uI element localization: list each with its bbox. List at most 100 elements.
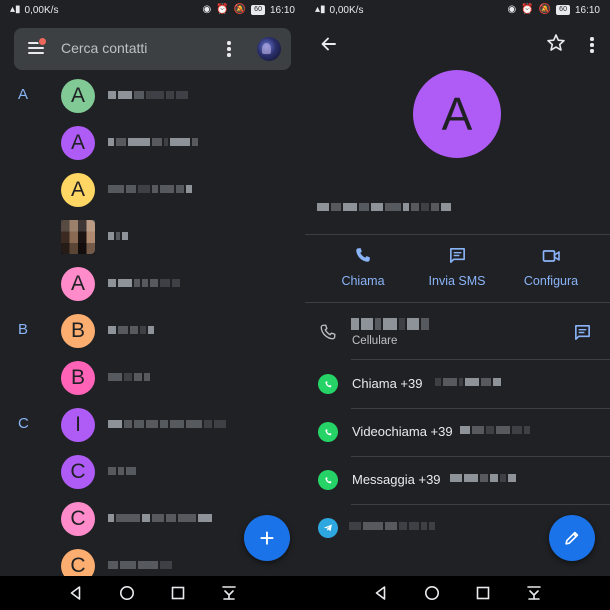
contact-name-redacted bbox=[108, 183, 192, 194]
more-options-icon[interactable] bbox=[227, 41, 231, 57]
nav-recents-icon[interactable] bbox=[475, 585, 491, 601]
phone-type-label: Cellulare bbox=[352, 335, 398, 347]
setup-video-action-label: Configura bbox=[523, 274, 579, 288]
alarm-icon: ⏰ bbox=[216, 4, 229, 15]
phone-number-redacted bbox=[351, 318, 429, 330]
sms-action-button[interactable]: Invia SMS bbox=[412, 246, 502, 288]
alarm-icon: ⏰ bbox=[521, 4, 534, 15]
contact-avatar: C bbox=[61, 502, 95, 536]
videocam-icon bbox=[542, 250, 560, 262]
add-contact-button[interactable]: + bbox=[244, 515, 290, 561]
phone-icon bbox=[320, 324, 336, 340]
section-letter: C bbox=[18, 415, 29, 432]
status-bar: ▴▮ 0,00K/s ◉ ⏰ 🔕 60 16:10 bbox=[0, 0, 305, 20]
contact-row[interactable]: C bbox=[0, 448, 305, 495]
contact-name-redacted bbox=[108, 559, 172, 570]
message-icon[interactable] bbox=[573, 323, 592, 342]
contact-avatar: A bbox=[61, 126, 95, 160]
nav-home-icon[interactable] bbox=[119, 585, 135, 601]
contact-name-redacted bbox=[108, 418, 226, 429]
contact-row[interactable]: A A bbox=[0, 72, 305, 119]
contact-row[interactable] bbox=[0, 213, 305, 260]
whatsapp-icon bbox=[318, 470, 338, 490]
phone-number-redacted bbox=[460, 426, 530, 434]
more-options-icon[interactable] bbox=[590, 37, 594, 53]
contact-name-redacted bbox=[108, 512, 212, 523]
phone-number-row[interactable]: Cellulare bbox=[305, 310, 610, 360]
contact-name-redacted bbox=[108, 277, 180, 288]
telegram-icon bbox=[318, 518, 338, 538]
contact-avatar: C bbox=[61, 455, 95, 489]
notification-dot bbox=[38, 37, 47, 46]
network-speed: 0,00K/s bbox=[329, 4, 364, 16]
contact-avatar: B bbox=[61, 361, 95, 395]
call-action-button[interactable]: Chiama bbox=[318, 246, 408, 288]
back-arrow-icon[interactable] bbox=[319, 34, 339, 54]
contact-name-redacted bbox=[108, 89, 188, 100]
divider bbox=[305, 234, 610, 235]
whatsapp-message-label: Messaggia +39 bbox=[352, 472, 441, 487]
message-icon bbox=[449, 248, 465, 263]
quick-actions: Chiama Invia SMS Configura bbox=[305, 246, 610, 292]
divider bbox=[305, 302, 610, 303]
contact-name-redacted bbox=[317, 201, 451, 213]
search-bar[interactable]: Cerca contatti bbox=[14, 28, 291, 70]
contact-avatar-large: A bbox=[413, 70, 501, 158]
whatsapp-video-label: Videochiama +39 bbox=[352, 424, 453, 439]
nav-recents-icon[interactable] bbox=[170, 585, 186, 601]
contact-avatar: I bbox=[61, 408, 95, 442]
contact-row[interactable]: A bbox=[0, 166, 305, 213]
battery-icon: 60 bbox=[251, 5, 265, 15]
whatsapp-call-label: Chiama +39 bbox=[352, 376, 423, 391]
star-icon[interactable] bbox=[546, 33, 566, 53]
whatsapp-call-row[interactable]: Chiama +39 bbox=[305, 360, 610, 408]
account-avatar[interactable] bbox=[257, 37, 281, 61]
contact-avatar: A bbox=[61, 267, 95, 301]
phone-number-redacted bbox=[435, 378, 501, 386]
contact-name-redacted bbox=[108, 324, 154, 335]
contact-row[interactable]: A bbox=[0, 260, 305, 307]
nav-notification-pull-icon[interactable] bbox=[221, 585, 237, 601]
nav-back-icon[interactable] bbox=[68, 585, 84, 601]
battery-icon: 60 bbox=[556, 5, 570, 15]
navigation-bar bbox=[0, 576, 305, 610]
contact-avatar: A bbox=[61, 173, 95, 207]
edit-pencil-icon bbox=[565, 531, 579, 545]
contact-name-redacted bbox=[108, 230, 128, 241]
mute-icon: 🔕 bbox=[538, 4, 552, 15]
clock: 16:10 bbox=[574, 4, 600, 16]
telegram-contact-redacted bbox=[349, 522, 435, 530]
phone-number-redacted bbox=[450, 474, 516, 482]
nav-notification-pull-icon[interactable] bbox=[526, 585, 542, 601]
sms-action-label: Invia SMS bbox=[428, 274, 486, 288]
nav-back-icon[interactable] bbox=[373, 585, 389, 601]
setup-video-action-button[interactable]: Configura bbox=[506, 246, 596, 288]
section-letter: A bbox=[18, 86, 29, 103]
section-letter: B bbox=[18, 321, 29, 338]
mute-icon: 🔕 bbox=[233, 4, 247, 15]
whatsapp-icon bbox=[318, 422, 338, 442]
contact-name-redacted bbox=[108, 465, 136, 476]
contact-avatar: A bbox=[61, 79, 95, 113]
phone-icon bbox=[356, 248, 370, 262]
eye-icon: ◉ bbox=[507, 4, 517, 15]
call-action-label: Chiama bbox=[341, 274, 385, 288]
edit-contact-button[interactable] bbox=[549, 515, 595, 561]
contact-name-redacted bbox=[108, 371, 150, 382]
contact-row[interactable]: A bbox=[0, 119, 305, 166]
nav-home-icon[interactable] bbox=[424, 585, 440, 601]
whatsapp-icon bbox=[318, 374, 338, 394]
network-speed: 0,00K/s bbox=[24, 4, 59, 16]
clock: 16:10 bbox=[269, 4, 295, 16]
whatsapp-video-row[interactable]: Videochiama +39 bbox=[305, 408, 610, 456]
contact-row[interactable]: C I bbox=[0, 401, 305, 448]
contact-name-redacted bbox=[108, 136, 198, 147]
contact-avatar: C bbox=[61, 549, 95, 576]
contact-row[interactable]: B B bbox=[0, 307, 305, 354]
search-input[interactable]: Cerca contatti bbox=[61, 40, 147, 56]
navigation-bar bbox=[305, 576, 610, 610]
status-bar: ▴▮ 0,00K/s ◉ ⏰ 🔕 60 16:10 bbox=[305, 0, 610, 20]
whatsapp-message-row[interactable]: Messaggia +39 bbox=[305, 456, 610, 504]
contact-row[interactable]: B bbox=[0, 354, 305, 401]
contacts-screen: ▴▮ 0,00K/s ◉ ⏰ 🔕 60 16:10 Cerca contatti… bbox=[0, 0, 305, 610]
